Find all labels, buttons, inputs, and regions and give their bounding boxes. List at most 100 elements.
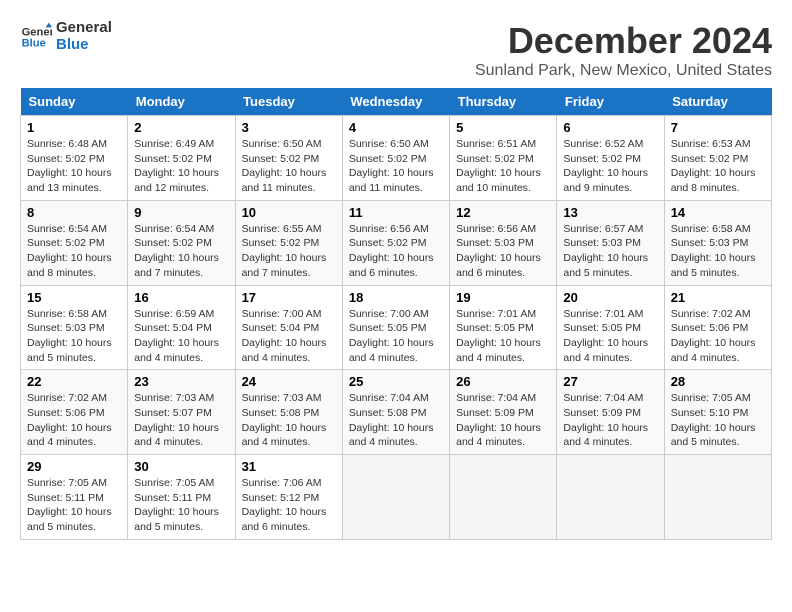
calendar-cell: 31 Sunrise: 7:06 AMSunset: 5:12 PMDayligh… [235,455,342,540]
page-header: General Blue General Blue December 2024 … [20,20,772,80]
day-number: 2 [134,120,228,135]
weekday-header-sunday: Sunday [21,88,128,116]
day-info: Sunrise: 7:03 AMSunset: 5:07 PMDaylight:… [134,391,228,450]
day-info: Sunrise: 7:01 AMSunset: 5:05 PMDaylight:… [563,307,657,366]
day-number: 30 [134,459,228,474]
day-number: 10 [242,205,336,220]
day-info: Sunrise: 6:48 AMSunset: 5:02 PMDaylight:… [27,137,121,196]
weekday-header-monday: Monday [128,88,235,116]
day-info: Sunrise: 7:04 AMSunset: 5:09 PMDaylight:… [456,391,550,450]
day-number: 11 [349,205,443,220]
calendar-cell: 30 Sunrise: 7:05 AMSunset: 5:11 PMDayligh… [128,455,235,540]
svg-text:General: General [22,26,52,38]
day-number: 9 [134,205,228,220]
logo: General Blue General Blue [20,20,112,53]
calendar-cell: 10 Sunrise: 6:55 AMSunset: 5:02 PMDayligh… [235,200,342,285]
weekday-header-thursday: Thursday [450,88,557,116]
calendar-cell: 22 Sunrise: 7:02 AMSunset: 5:06 PMDayligh… [21,370,128,455]
day-info: Sunrise: 7:02 AMSunset: 5:06 PMDaylight:… [27,391,121,450]
calendar-cell: 25 Sunrise: 7:04 AMSunset: 5:08 PMDayligh… [342,370,449,455]
calendar-cell: 1 Sunrise: 6:48 AMSunset: 5:02 PMDaylight… [21,116,128,201]
day-number: 8 [27,205,121,220]
calendar-week-2: 8 Sunrise: 6:54 AMSunset: 5:02 PMDaylight… [21,200,772,285]
day-number: 13 [563,205,657,220]
day-info: Sunrise: 6:55 AMSunset: 5:02 PMDaylight:… [242,222,336,281]
calendar-cell: 20Sunrise: 7:01 AMSunset: 5:05 PMDayligh… [557,285,664,370]
day-info: Sunrise: 6:56 AMSunset: 5:02 PMDaylight:… [349,222,443,281]
calendar-cell: 29 Sunrise: 7:05 AMSunset: 5:11 PMDayligh… [21,455,128,540]
day-info: Sunrise: 6:59 AMSunset: 5:04 PMDaylight:… [134,307,228,366]
calendar-cell: 11 Sunrise: 6:56 AMSunset: 5:02 PMDayligh… [342,200,449,285]
day-number: 7 [671,120,765,135]
day-number: 15 [27,290,121,305]
calendar-cell: 26Sunrise: 7:04 AMSunset: 5:09 PMDayligh… [450,370,557,455]
calendar-week-4: 22 Sunrise: 7:02 AMSunset: 5:06 PMDayligh… [21,370,772,455]
calendar-table: SundayMondayTuesdayWednesdayThursdayFrid… [20,88,772,540]
calendar-header-row: SundayMondayTuesdayWednesdayThursdayFrid… [21,88,772,116]
calendar-week-1: 1 Sunrise: 6:48 AMSunset: 5:02 PMDaylight… [21,116,772,201]
day-number: 19 [456,290,550,305]
day-info: Sunrise: 7:06 AMSunset: 5:12 PMDaylight:… [242,476,336,535]
day-number: 1 [27,120,121,135]
calendar-cell: 2Sunrise: 6:49 AMSunset: 5:02 PMDaylight… [128,116,235,201]
day-number: 4 [349,120,443,135]
calendar-cell [557,455,664,540]
logo-icon: General Blue [20,21,52,53]
day-number: 6 [563,120,657,135]
title-area: December 2024 Sunland Park, New Mexico, … [475,20,772,80]
day-info: Sunrise: 6:58 AMSunset: 5:03 PMDaylight:… [671,222,765,281]
calendar-cell [664,455,771,540]
calendar-cell: 15Sunrise: 6:58 AMSunset: 5:03 PMDayligh… [21,285,128,370]
day-number: 18 [349,290,443,305]
calendar-week-5: 29 Sunrise: 7:05 AMSunset: 5:11 PMDayligh… [21,455,772,540]
weekday-header-saturday: Saturday [664,88,771,116]
day-info: Sunrise: 7:00 AMSunset: 5:04 PMDaylight:… [242,307,336,366]
day-info: Sunrise: 6:53 AMSunset: 5:02 PMDaylight:… [671,137,765,196]
day-info: Sunrise: 6:51 AMSunset: 5:02 PMDaylight:… [456,137,550,196]
calendar-cell: 19 Sunrise: 7:01 AMSunset: 5:05 PMDayligh… [450,285,557,370]
day-info: Sunrise: 7:02 AMSunset: 5:06 PMDaylight:… [671,307,765,366]
day-number: 29 [27,459,121,474]
day-info: Sunrise: 7:01 AMSunset: 5:05 PMDaylight:… [456,307,550,366]
day-number: 21 [671,290,765,305]
day-number: 3 [242,120,336,135]
day-info: Sunrise: 7:00 AMSunset: 5:05 PMDaylight:… [349,307,443,366]
calendar-cell: 3Sunrise: 6:50 AMSunset: 5:02 PMDaylight… [235,116,342,201]
day-info: Sunrise: 6:56 AMSunset: 5:03 PMDaylight:… [456,222,550,281]
day-info: Sunrise: 7:05 AMSunset: 5:10 PMDaylight:… [671,391,765,450]
logo-line1: General [56,20,112,37]
calendar-cell: 27Sunrise: 7:04 AMSunset: 5:09 PMDayligh… [557,370,664,455]
day-info: Sunrise: 7:04 AMSunset: 5:08 PMDaylight:… [349,391,443,450]
calendar-cell: 4Sunrise: 6:50 AMSunset: 5:02 PMDaylight… [342,116,449,201]
calendar-cell: 24Sunrise: 7:03 AMSunset: 5:08 PMDayligh… [235,370,342,455]
day-number: 31 [242,459,336,474]
day-number: 25 [349,374,443,389]
day-info: Sunrise: 6:57 AMSunset: 5:03 PMDaylight:… [563,222,657,281]
day-number: 5 [456,120,550,135]
calendar-week-3: 15Sunrise: 6:58 AMSunset: 5:03 PMDayligh… [21,285,772,370]
day-info: Sunrise: 6:54 AMSunset: 5:02 PMDaylight:… [134,222,228,281]
day-number: 22 [27,374,121,389]
day-info: Sunrise: 7:05 AMSunset: 5:11 PMDaylight:… [27,476,121,535]
calendar-cell: 28 Sunrise: 7:05 AMSunset: 5:10 PMDayligh… [664,370,771,455]
day-info: Sunrise: 6:54 AMSunset: 5:02 PMDaylight:… [27,222,121,281]
day-number: 24 [242,374,336,389]
svg-text:Blue: Blue [22,37,46,49]
day-info: Sunrise: 7:05 AMSunset: 5:11 PMDaylight:… [134,476,228,535]
calendar-cell: 8 Sunrise: 6:54 AMSunset: 5:02 PMDaylight… [21,200,128,285]
weekday-header-wednesday: Wednesday [342,88,449,116]
day-number: 14 [671,205,765,220]
calendar-cell: 23 Sunrise: 7:03 AMSunset: 5:07 PMDayligh… [128,370,235,455]
day-number: 28 [671,374,765,389]
day-number: 27 [563,374,657,389]
calendar-cell: 12Sunrise: 6:56 AMSunset: 5:03 PMDayligh… [450,200,557,285]
calendar-cell: 9 Sunrise: 6:54 AMSunset: 5:02 PMDaylight… [128,200,235,285]
day-number: 23 [134,374,228,389]
location-subtitle: Sunland Park, New Mexico, United States [475,62,772,80]
calendar-cell: 6 Sunrise: 6:52 AMSunset: 5:02 PMDaylight… [557,116,664,201]
calendar-cell [342,455,449,540]
day-info: Sunrise: 6:52 AMSunset: 5:02 PMDaylight:… [563,137,657,196]
day-number: 17 [242,290,336,305]
logo-line2: Blue [56,37,112,54]
weekday-header-tuesday: Tuesday [235,88,342,116]
